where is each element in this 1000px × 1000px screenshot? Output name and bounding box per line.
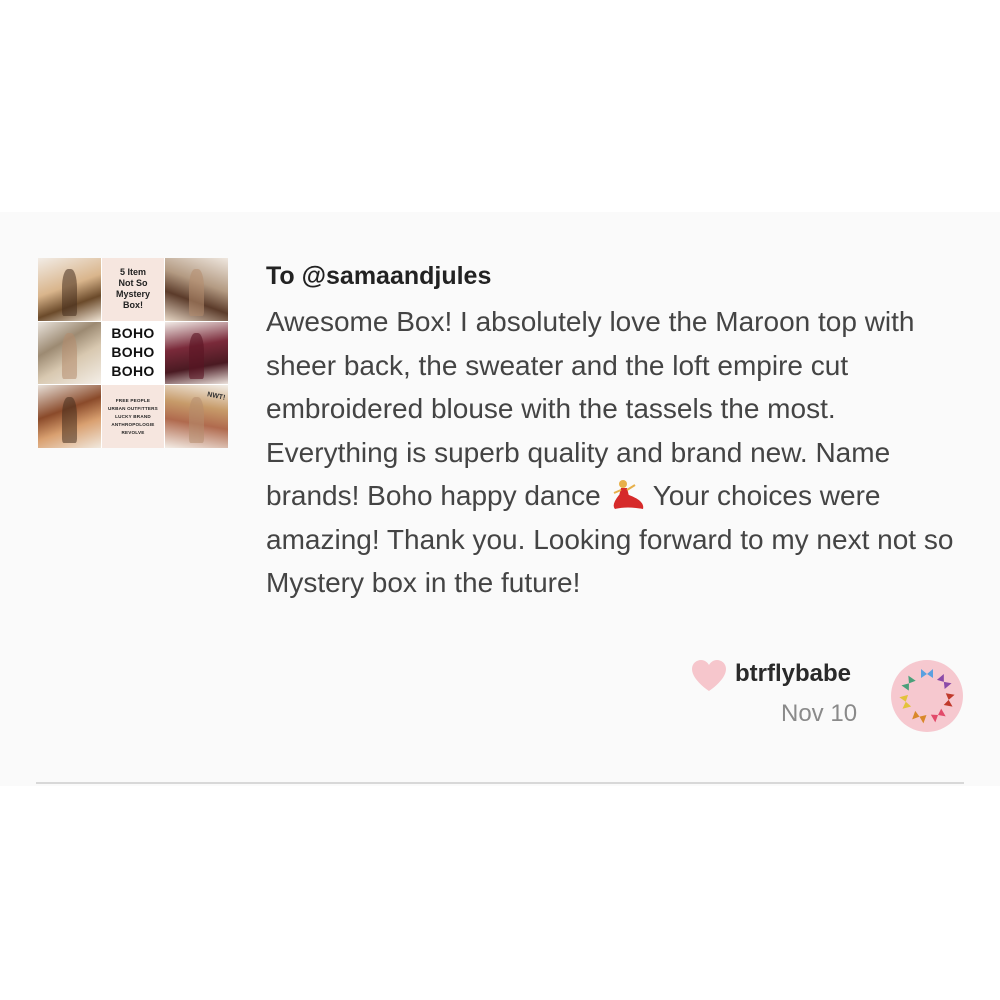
- promo-text: BOHO: [111, 363, 155, 380]
- promo-tile-title: 5 Item Not So Mystery Box!: [101, 258, 165, 321]
- photo-tile: [38, 258, 101, 321]
- promo-text: BOHO: [111, 325, 155, 342]
- heart-icon[interactable]: [690, 659, 728, 693]
- review-body: Awesome Box! I absolutely love the Maroo…: [266, 300, 956, 605]
- promo-text: URBAN OUTFITTERS: [108, 405, 158, 411]
- photo-tile: [165, 321, 228, 385]
- promo-text: REVOLVE: [121, 429, 145, 435]
- promo-tile-brands: FREE PEOPLE URBAN OUTFITTERS LUCKY BRAND…: [101, 385, 165, 448]
- photo-tile: [38, 385, 101, 448]
- photo-tile: NWT!: [165, 385, 228, 448]
- review-title: To @samaandjules: [266, 262, 492, 290]
- promo-tile-boho: BOHO BOHO BOHO: [101, 321, 165, 385]
- promo-text: 5 Item: [119, 267, 146, 278]
- photo-tile: [165, 258, 228, 321]
- promo-text: FREE PEOPLE: [115, 397, 151, 403]
- review-date: Nov 10: [781, 700, 858, 727]
- reviewer-name[interactable]: btrflybabe: [735, 660, 851, 688]
- promo-text: Not So: [118, 278, 148, 289]
- promo-text: Mystery: [115, 289, 150, 300]
- nwt-label: NWT!: [206, 391, 226, 403]
- listing-thumbnail[interactable]: 5 Item Not So Mystery Box! BOHO BOHO BOH…: [38, 258, 228, 448]
- divider: [36, 782, 964, 784]
- promo-text: Box!: [122, 300, 143, 311]
- promo-text: LUCKY BRAND: [115, 413, 151, 419]
- butterfly-avatar-icon[interactable]: [891, 660, 963, 732]
- promo-text: BOHO: [111, 344, 155, 361]
- promo-text: ANTHROPOLOGIE: [111, 421, 155, 427]
- photo-tile: [38, 321, 101, 385]
- dancer-icon: [605, 479, 649, 511]
